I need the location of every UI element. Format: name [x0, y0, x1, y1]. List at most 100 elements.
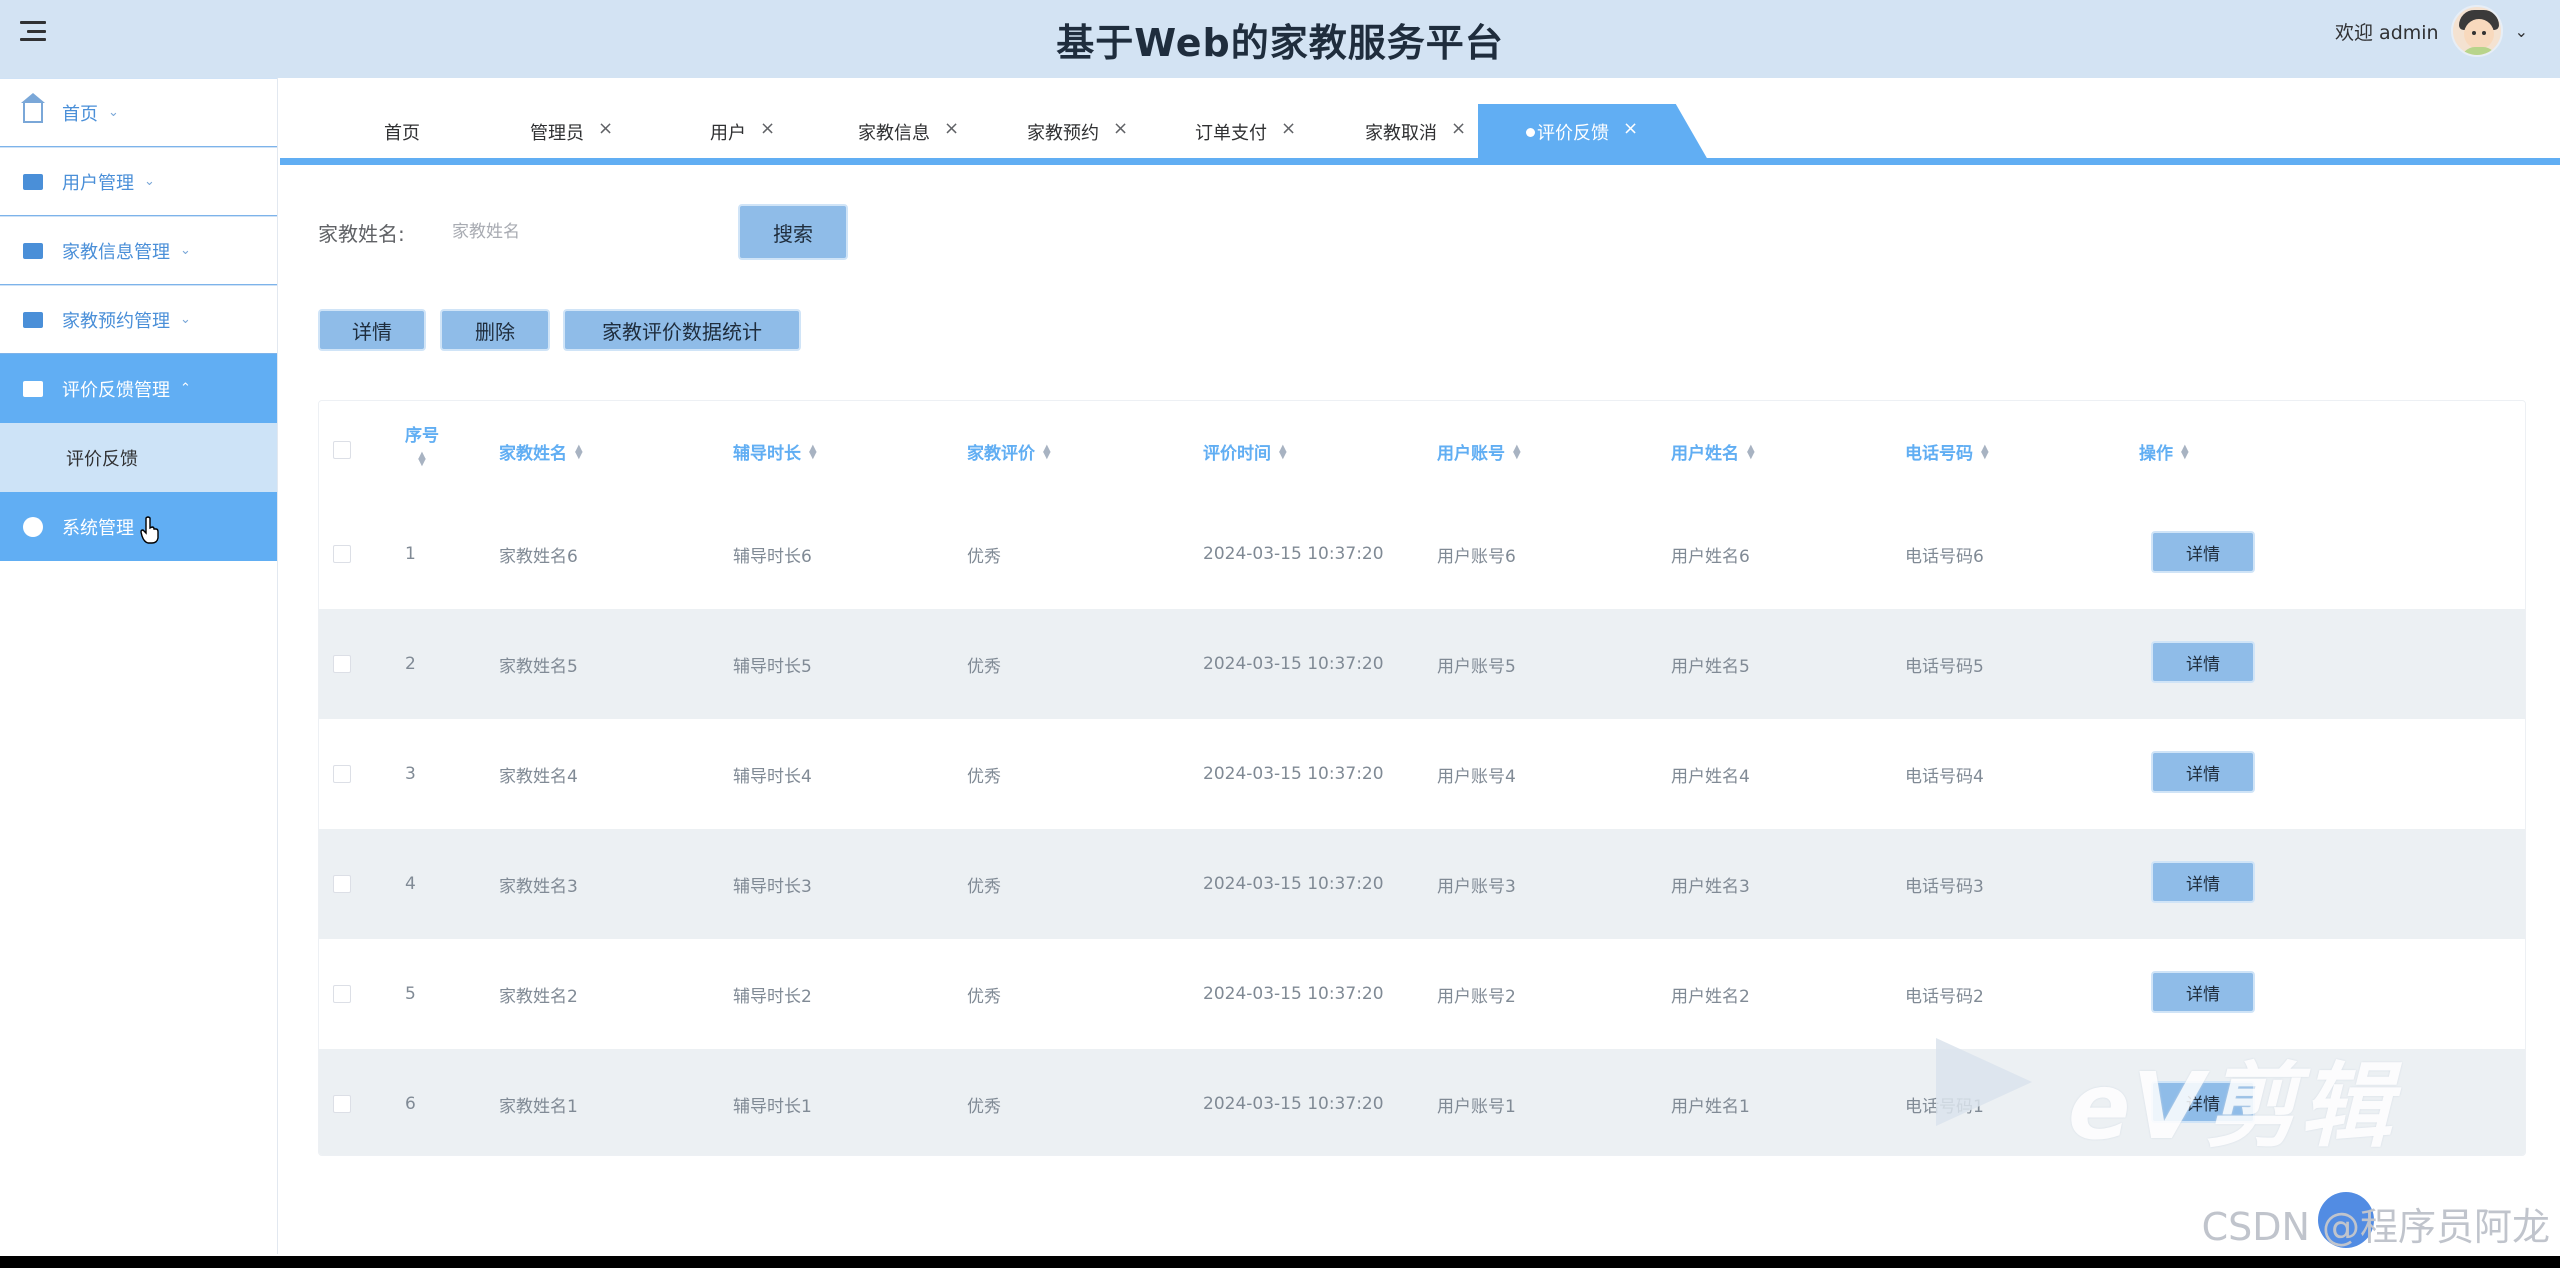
tab-home[interactable]: 首页 [384, 104, 420, 160]
row-detail-button[interactable]: 详情 [2151, 861, 2255, 903]
cell-time: 2024-03-15 10:37:20 [1203, 654, 1384, 674]
column-rating[interactable]: 家教评价 ▲ ▼ [967, 439, 1051, 464]
tab-order-payment[interactable]: 订单支付 × [1195, 104, 1296, 160]
app-title: 基于Web的家教服务平台 [1056, 21, 1504, 65]
sort-icon[interactable]: ▲ ▼ [1279, 443, 1287, 460]
tab-tutor-info[interactable]: 家教信息 × [858, 104, 959, 160]
cell-account: 用户账号4 [1437, 766, 1516, 787]
cell-phone: 电话号码5 [1905, 656, 1984, 677]
table-row[interactable]: 4 家教姓名3 辅导时长3 优秀 2024-03-15 10:37:20 用户账… [319, 829, 2525, 939]
sidebar-item-label: 家教信息管理 [62, 241, 170, 263]
sidebar-item-label: 评价反馈管理 [62, 379, 170, 401]
tab-label: 管理员 [530, 123, 584, 144]
row-detail-button[interactable]: 详情 [2151, 641, 2255, 683]
delete-button[interactable]: 删除 [440, 309, 550, 351]
bottom-edge [0, 1256, 2560, 1268]
cell-user-name: 用户姓名3 [1671, 876, 1750, 897]
tab-label: 用户 [710, 123, 746, 144]
sort-icon[interactable]: ▲ ▼ [809, 443, 817, 460]
cell-duration: 辅导时长6 [733, 546, 812, 567]
avatar[interactable] [2450, 5, 2503, 57]
cell-seq: 1 [405, 544, 416, 564]
close-icon[interactable]: × [1451, 118, 1466, 139]
sort-icon[interactable]: ▲ ▼ [1513, 443, 1521, 460]
tab-label: 家教预约 [1027, 123, 1099, 144]
row-checkbox[interactable] [333, 655, 351, 673]
column-account[interactable]: 用户账号 ▲ ▼ [1437, 439, 1521, 464]
row-detail-button[interactable]: 详情 [2151, 751, 2255, 793]
cell-duration: 辅导时长1 [733, 1096, 812, 1117]
hand-cursor-icon [140, 516, 159, 544]
cell-account: 用户账号5 [1437, 656, 1516, 677]
column-duration[interactable]: 辅导时长 ▲ ▼ [733, 439, 817, 464]
tab-label: 订单支付 [1195, 123, 1267, 144]
detail-button[interactable]: 详情 [318, 309, 426, 351]
sidebar-item-feedback[interactable]: 评价反馈管理 ⌃ [0, 354, 277, 423]
chevron-down-icon: ⌄ [108, 105, 119, 120]
tab-label: 首页 [384, 123, 420, 144]
search-input[interactable] [440, 212, 720, 252]
user-menu[interactable]: 欢迎 admin ⌄ [2335, 4, 2528, 58]
chart-icon [22, 240, 44, 262]
column-user-name[interactable]: 用户姓名 ▲ ▼ [1671, 439, 1755, 464]
cell-seq: 2 [405, 654, 416, 674]
cell-account: 用户账号2 [1437, 986, 1516, 1007]
tab-tutor-booking[interactable]: 家教预约 × [1027, 104, 1128, 160]
row-checkbox[interactable] [333, 765, 351, 783]
sort-icon[interactable]: ▲ ▼ [418, 451, 426, 468]
cell-rating: 优秀 [967, 1096, 1001, 1117]
cell-duration: 辅导时长3 [733, 876, 812, 897]
row-detail-button[interactable]: 详情 [2151, 971, 2255, 1013]
close-icon[interactable]: × [944, 118, 959, 139]
cell-user-name: 用户姓名5 [1671, 656, 1750, 677]
cell-rating: 优秀 [967, 766, 1001, 787]
select-all-checkbox[interactable] [333, 441, 351, 459]
stats-button[interactable]: 家教评价数据统计 [563, 309, 801, 351]
search-button[interactable]: 搜索 [738, 204, 848, 260]
close-icon[interactable]: × [760, 118, 775, 139]
tab-feedback[interactable]: 评价反馈 × [1478, 104, 1708, 160]
column-time[interactable]: 评价时间 ▲ ▼ [1203, 439, 1287, 464]
row-checkbox[interactable] [333, 1095, 351, 1113]
close-icon[interactable]: × [1113, 118, 1128, 139]
close-icon[interactable]: × [598, 118, 613, 139]
card-icon [22, 309, 44, 331]
table-row[interactable]: 1 家教姓名6 辅导时长6 优秀 2024-03-15 10:37:20 用户账… [319, 499, 2525, 609]
sidebar-item-tutor-booking[interactable]: 家教预约管理 ⌄ [0, 285, 277, 354]
chevron-down-icon[interactable]: ⌄ [2515, 22, 2528, 41]
row-checkbox[interactable] [333, 985, 351, 1003]
table-row[interactable]: 2 家教姓名5 辅导时长5 优秀 2024-03-15 10:37:20 用户账… [319, 609, 2525, 719]
column-tutor-name[interactable]: 家教姓名 ▲ ▼ [499, 439, 583, 464]
row-checkbox[interactable] [333, 875, 351, 893]
sort-icon[interactable]: ▲ ▼ [1043, 443, 1051, 460]
tab-tutor-cancel[interactable]: 家教取消 × [1365, 104, 1466, 160]
table-row[interactable]: 3 家教姓名4 辅导时长4 优秀 2024-03-15 10:37:20 用户账… [319, 719, 2525, 829]
tab-label: 家教取消 [1365, 123, 1437, 144]
sort-icon[interactable]: ▲ ▼ [1747, 443, 1755, 460]
tab-admin[interactable]: 管理员 × [530, 104, 613, 160]
cell-rating: 优秀 [967, 656, 1001, 677]
sidebar-item-home[interactable]: 首页 ⌄ [0, 78, 277, 147]
cell-tutor-name: 家教姓名3 [499, 876, 578, 897]
close-icon[interactable]: × [1281, 118, 1296, 139]
column-phone[interactable]: 电话号码 ▲ ▼ [1905, 439, 1989, 464]
close-icon[interactable]: × [1623, 118, 1638, 139]
welcome-text: 欢迎 admin [2335, 21, 2439, 44]
sort-icon[interactable]: ▲ ▼ [1981, 443, 1989, 460]
ev-watermark: eV剪辑 [1936, 1032, 2436, 1160]
tab-users[interactable]: 用户 × [710, 104, 775, 160]
sidebar-subitem-feedback[interactable]: 评价反馈 [0, 423, 277, 492]
sidebar-item-user-management[interactable]: 用户管理 ⌄ [0, 147, 277, 216]
sort-icon[interactable]: ▲ ▼ [2181, 443, 2189, 460]
sidebar-item-system[interactable]: 系统管理 [0, 492, 277, 561]
column-ops[interactable]: 操作 ▲ ▼ [2139, 439, 2189, 464]
row-detail-button[interactable]: 详情 [2151, 531, 2255, 573]
sidebar-item-tutor-info[interactable]: 家教信息管理 ⌄ [0, 216, 277, 285]
cell-seq: 5 [405, 984, 416, 1004]
sidebar-item-label: 家教预约管理 [62, 310, 170, 332]
cell-phone: 电话号码4 [1905, 766, 1984, 787]
row-checkbox[interactable] [333, 545, 351, 563]
column-seq[interactable]: 序号 ▲ ▼ [405, 421, 439, 468]
chevron-down-icon: ⌄ [144, 174, 155, 189]
sort-icon[interactable]: ▲ ▼ [575, 443, 583, 460]
